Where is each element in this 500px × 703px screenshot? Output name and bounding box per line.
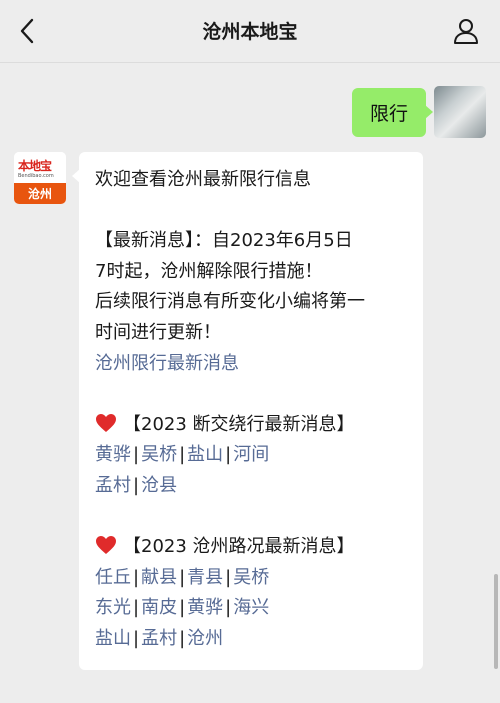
link-yanshan[interactable]: 盐山	[95, 628, 131, 649]
link-haixing[interactable]: 海兴	[233, 597, 269, 618]
link-xianxian[interactable]: 献县	[141, 567, 177, 588]
link-huanghua[interactable]: 黄骅	[95, 444, 131, 465]
section1-title: 【2023 断交绕行最新消息】	[123, 413, 355, 435]
link-nanpi[interactable]: 南皮	[141, 597, 177, 618]
greeting-text: 欢迎查看沧州最新限行信息	[95, 169, 311, 190]
link-wuqiao[interactable]: 吴桥	[141, 444, 177, 465]
bot-logo-city: 沧州	[14, 183, 66, 204]
heart-icon	[96, 413, 116, 432]
separator: |	[179, 597, 186, 619]
link-wuqiao[interactable]: 吴桥	[233, 567, 269, 588]
section2-title-row: 【2023 沧州路况最新消息】	[95, 532, 407, 563]
separator: |	[179, 627, 186, 649]
person-icon	[454, 19, 478, 44]
separator: |	[225, 444, 232, 466]
link-dongguang[interactable]: 东光	[95, 597, 131, 618]
incoming-message-bubble: 欢迎查看沧州最新限行信息 【最新消息】：自2023年6月5日 7时起，沧州解除限…	[72, 152, 423, 670]
outgoing-message-bubble[interactable]: 限行	[351, 88, 434, 137]
back-button[interactable]	[10, 14, 44, 48]
link-cangxian[interactable]: 沧县	[141, 475, 177, 496]
news-line-3: 后续限行消息有所变化小编将第一	[95, 291, 365, 313]
section1-row1: 黄骅 | 吴桥 | 盐山 | 河间	[95, 440, 407, 471]
latest-news-row: 沧州限行最新消息	[95, 349, 407, 380]
separator: |	[133, 566, 140, 588]
bot-avatar[interactable]: 本地宝 Bendibao.com 沧州	[14, 152, 66, 204]
section1-title-row: 【2023 断交绕行最新消息】	[95, 410, 407, 441]
latest-news-link[interactable]: 沧州限行最新消息	[95, 353, 239, 374]
link-cangzhou[interactable]: 沧州	[187, 628, 223, 649]
section2-row2: 东光 | 南皮 | 黄骅 | 海兴	[95, 593, 407, 624]
top-bar: 沧州本地宝	[0, 0, 500, 62]
link-hejian[interactable]: 河间	[233, 444, 269, 465]
link-mengcun[interactable]: 孟村	[95, 475, 131, 496]
news-line-2: 7时起，沧州解除限行措施！	[95, 260, 323, 282]
separator: |	[133, 474, 140, 496]
separator: |	[225, 597, 232, 619]
my-avatar[interactable]	[434, 86, 486, 138]
separator: |	[179, 444, 186, 466]
section2-row1: 任丘 | 献县 | 青县 | 吴桥	[95, 563, 407, 594]
link-mengcun[interactable]: 孟村	[141, 628, 177, 649]
link-renqiu[interactable]: 任丘	[95, 567, 131, 588]
separator: |	[225, 566, 232, 588]
separator: |	[179, 566, 186, 588]
bot-logo-url: Bendibao.com	[18, 173, 54, 179]
separator: |	[133, 627, 140, 649]
separator: |	[133, 597, 140, 619]
section1-row2: 孟村 | 沧县	[95, 471, 407, 502]
section2-row3: 盐山 | 孟村 | 沧州	[95, 624, 407, 655]
chat-title: 沧州本地宝	[202, 21, 298, 43]
section2-title: 【2023 沧州路况最新消息】	[123, 536, 355, 558]
scrollbar[interactable]	[494, 574, 498, 669]
heart-icon	[96, 536, 116, 555]
bot-logo-text: 本地宝	[18, 159, 52, 173]
news-line-4: 时间进行更新！	[95, 321, 221, 343]
news-line-1: 【最新消息】：自2023年6月5日	[95, 230, 353, 252]
link-huanghua[interactable]: 黄骅	[187, 597, 223, 618]
link-qingxian[interactable]: 青县	[187, 567, 223, 588]
chevron-left-icon	[20, 18, 34, 44]
separator: |	[133, 444, 140, 466]
link-yanshan[interactable]: 盐山	[187, 444, 223, 465]
header-divider	[0, 62, 500, 63]
profile-button[interactable]	[448, 13, 484, 49]
outgoing-message-text: 限行	[369, 103, 408, 125]
